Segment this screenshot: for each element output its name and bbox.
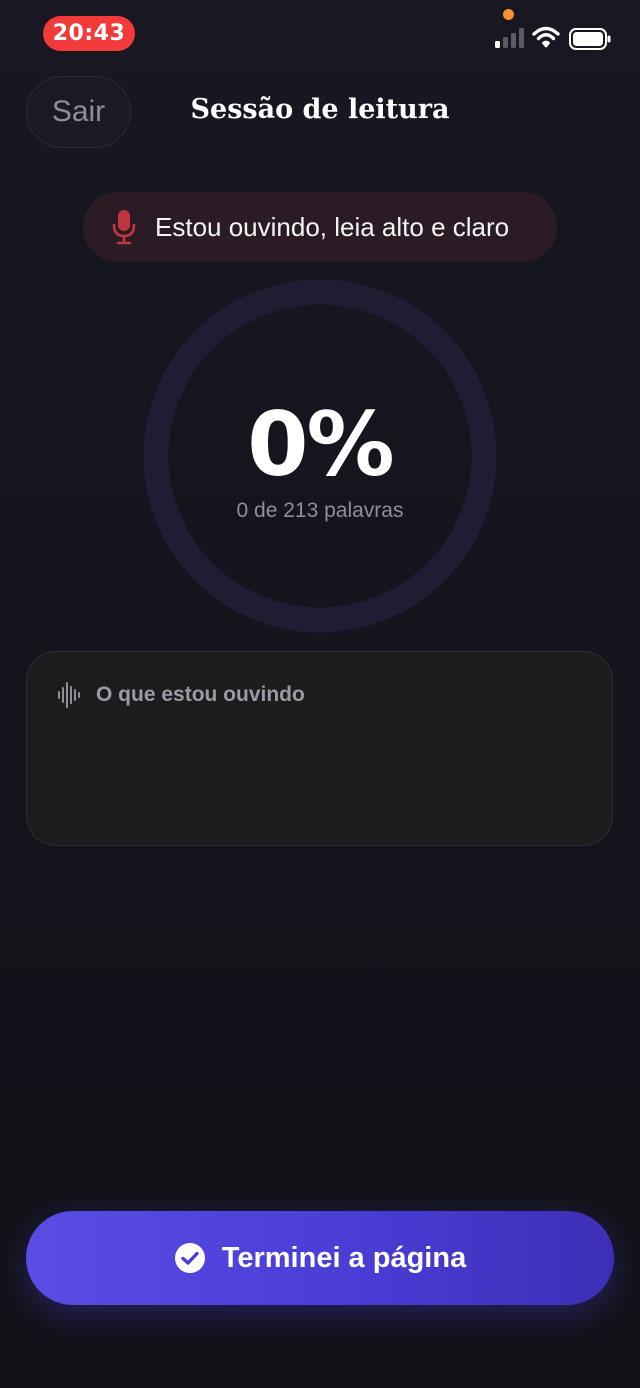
- progress-percent: 0%: [247, 393, 394, 496]
- finish-page-label: Terminei a página: [221, 1241, 467, 1274]
- page-title: Sessão de leitura: [190, 94, 450, 125]
- listening-banner: Estou ouvindo, leia alto e claro: [83, 192, 557, 262]
- finish-page-button[interactable]: Terminei a página: [26, 1211, 614, 1305]
- words-count: 0 de 213 palavras: [236, 499, 404, 522]
- audio-wave-icon: [58, 682, 80, 708]
- privacy-indicator-dot: [503, 9, 514, 20]
- microphone-icon: [112, 210, 136, 245]
- listening-text: Estou ouvindo, leia alto e claro: [155, 211, 510, 242]
- signal-icon: [495, 28, 524, 48]
- status-time: 20:43: [43, 16, 135, 51]
- wifi-icon: [532, 26, 560, 48]
- transcript-label: O que estou ouvindo: [96, 683, 305, 706]
- battery-icon: [569, 28, 611, 50]
- transcript-card: O que estou ouvindo: [26, 651, 613, 846]
- check-circle-icon: [174, 1243, 205, 1273]
- reading-session-screen: 20:43 Sair Sessão de leitura Estou ouvin…: [0, 0, 640, 1388]
